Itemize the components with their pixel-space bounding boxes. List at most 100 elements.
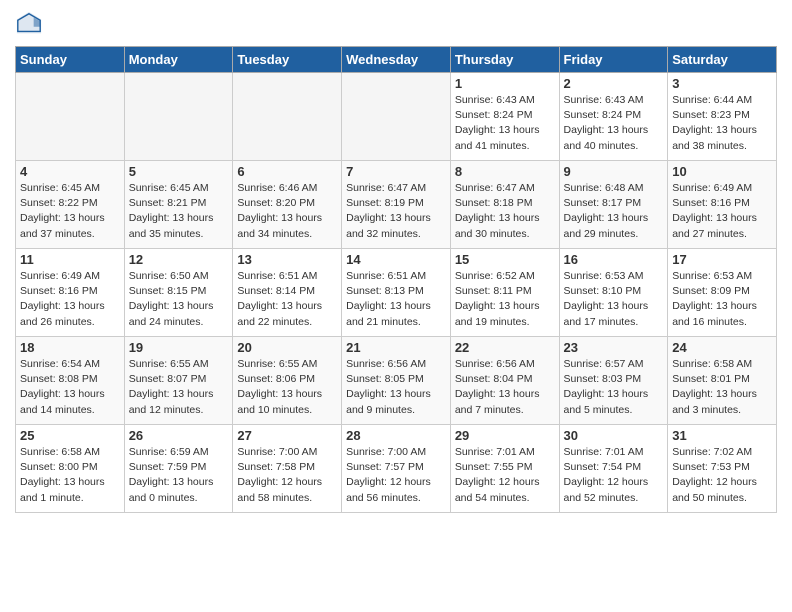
day-number: 27 — [237, 428, 337, 443]
logo-icon — [15, 10, 43, 38]
day-number: 5 — [129, 164, 229, 179]
calendar-cell: 26 Sunrise: 6:59 AM Sunset: 7:59 PM Dayli… — [124, 425, 233, 513]
calendar-week-row: 18 Sunrise: 6:54 AM Sunset: 8:08 PM Dayli… — [16, 337, 777, 425]
day-info: Sunrise: 6:49 AM Sunset: 8:16 PM Dayligh… — [20, 269, 120, 330]
calendar-cell: 27 Sunrise: 7:00 AM Sunset: 7:58 PM Dayli… — [233, 425, 342, 513]
calendar-cell: 21Sunrise: 6:56 AM Sunset: 8:05 PM Dayli… — [342, 337, 451, 425]
day-number: 2 — [564, 76, 664, 91]
day-number: 31 — [672, 428, 772, 443]
day-info: Sunrise: 6:48 AM Sunset: 8:17 PM Dayligh… — [564, 181, 664, 242]
day-number: 16 — [564, 252, 664, 267]
day-number: 13 — [237, 252, 337, 267]
calendar-cell: 10 Sunrise: 6:49 AM Sunset: 8:16 PM Dayli… — [668, 161, 777, 249]
weekday-header-thursday: Thursday — [450, 47, 559, 73]
day-number: 7 — [346, 164, 446, 179]
day-info: Sunrise: 6:56 AM Sunset: 8:05 PM Dayligh… — [346, 357, 446, 418]
weekday-header-monday: Monday — [124, 47, 233, 73]
day-info: Sunrise: 6:57 AM Sunset: 8:03 PM Dayligh… — [564, 357, 664, 418]
calendar-table: SundayMondayTuesdayWednesdayThursdayFrid… — [15, 46, 777, 513]
calendar-cell — [342, 73, 451, 161]
calendar-week-row: 11 Sunrise: 6:49 AM Sunset: 8:16 PM Dayli… — [16, 249, 777, 337]
calendar-cell: 22 Sunrise: 6:56 AM Sunset: 8:04 PM Dayli… — [450, 337, 559, 425]
day-number: 12 — [129, 252, 229, 267]
day-info: Sunrise: 6:43 AM Sunset: 8:24 PM Dayligh… — [564, 93, 664, 154]
calendar-week-row: 4Sunrise: 6:45 AM Sunset: 8:22 PM Daylig… — [16, 161, 777, 249]
page-header — [15, 10, 777, 38]
day-info: Sunrise: 6:58 AM Sunset: 8:00 PM Dayligh… — [20, 445, 120, 506]
day-info: Sunrise: 7:00 AM Sunset: 7:58 PM Dayligh… — [237, 445, 337, 506]
weekday-header-sunday: Sunday — [16, 47, 125, 73]
day-info: Sunrise: 6:53 AM Sunset: 8:09 PM Dayligh… — [672, 269, 772, 330]
day-info: Sunrise: 6:50 AM Sunset: 8:15 PM Dayligh… — [129, 269, 229, 330]
day-number: 10 — [672, 164, 772, 179]
day-info: Sunrise: 6:53 AM Sunset: 8:10 PM Dayligh… — [564, 269, 664, 330]
day-info: Sunrise: 6:47 AM Sunset: 8:18 PM Dayligh… — [455, 181, 555, 242]
calendar-cell: 30 Sunrise: 7:01 AM Sunset: 7:54 PM Dayli… — [559, 425, 668, 513]
calendar-cell: 11 Sunrise: 6:49 AM Sunset: 8:16 PM Dayli… — [16, 249, 125, 337]
day-info: Sunrise: 6:58 AM Sunset: 8:01 PM Dayligh… — [672, 357, 772, 418]
calendar-header-row: SundayMondayTuesdayWednesdayThursdayFrid… — [16, 47, 777, 73]
calendar-cell: 5Sunrise: 6:45 AM Sunset: 8:21 PM Daylig… — [124, 161, 233, 249]
day-info: Sunrise: 6:56 AM Sunset: 8:04 PM Dayligh… — [455, 357, 555, 418]
calendar-cell: 28 Sunrise: 7:00 AM Sunset: 7:57 PM Dayli… — [342, 425, 451, 513]
day-number: 20 — [237, 340, 337, 355]
day-number: 4 — [20, 164, 120, 179]
calendar-cell: 8 Sunrise: 6:47 AM Sunset: 8:18 PM Daylig… — [450, 161, 559, 249]
calendar-cell: 2 Sunrise: 6:43 AM Sunset: 8:24 PM Daylig… — [559, 73, 668, 161]
calendar-cell: 19 Sunrise: 6:55 AM Sunset: 8:07 PM Dayli… — [124, 337, 233, 425]
calendar-cell: 16 Sunrise: 6:53 AM Sunset: 8:10 PM Dayli… — [559, 249, 668, 337]
weekday-header-saturday: Saturday — [668, 47, 777, 73]
day-number: 18 — [20, 340, 120, 355]
calendar-cell: 9 Sunrise: 6:48 AM Sunset: 8:17 PM Daylig… — [559, 161, 668, 249]
day-number: 19 — [129, 340, 229, 355]
day-number: 25 — [20, 428, 120, 443]
day-number: 24 — [672, 340, 772, 355]
day-number: 6 — [237, 164, 337, 179]
day-info: Sunrise: 6:52 AM Sunset: 8:11 PM Dayligh… — [455, 269, 555, 330]
day-info: Sunrise: 7:02 AM Sunset: 7:53 PM Dayligh… — [672, 445, 772, 506]
calendar-cell — [124, 73, 233, 161]
calendar-cell: 17 Sunrise: 6:53 AM Sunset: 8:09 PM Dayli… — [668, 249, 777, 337]
logo — [15, 10, 47, 38]
day-info: Sunrise: 7:00 AM Sunset: 7:57 PM Dayligh… — [346, 445, 446, 506]
calendar-cell: 3Sunrise: 6:44 AM Sunset: 8:23 PM Daylig… — [668, 73, 777, 161]
day-info: Sunrise: 7:01 AM Sunset: 7:55 PM Dayligh… — [455, 445, 555, 506]
day-info: Sunrise: 6:51 AM Sunset: 8:14 PM Dayligh… — [237, 269, 337, 330]
day-info: Sunrise: 7:01 AM Sunset: 7:54 PM Dayligh… — [564, 445, 664, 506]
calendar-cell: 4Sunrise: 6:45 AM Sunset: 8:22 PM Daylig… — [16, 161, 125, 249]
calendar-week-row: 1Sunrise: 6:43 AM Sunset: 8:24 PM Daylig… — [16, 73, 777, 161]
day-info: Sunrise: 6:54 AM Sunset: 8:08 PM Dayligh… — [20, 357, 120, 418]
calendar-cell: 7 Sunrise: 6:47 AM Sunset: 8:19 PM Daylig… — [342, 161, 451, 249]
day-info: Sunrise: 6:49 AM Sunset: 8:16 PM Dayligh… — [672, 181, 772, 242]
day-number: 15 — [455, 252, 555, 267]
calendar-cell: 15 Sunrise: 6:52 AM Sunset: 8:11 PM Dayli… — [450, 249, 559, 337]
day-number: 8 — [455, 164, 555, 179]
day-number: 26 — [129, 428, 229, 443]
calendar-cell: 31 Sunrise: 7:02 AM Sunset: 7:53 PM Dayli… — [668, 425, 777, 513]
day-number: 29 — [455, 428, 555, 443]
day-info: Sunrise: 6:43 AM Sunset: 8:24 PM Dayligh… — [455, 93, 555, 154]
calendar-cell: 1Sunrise: 6:43 AM Sunset: 8:24 PM Daylig… — [450, 73, 559, 161]
day-info: Sunrise: 6:47 AM Sunset: 8:19 PM Dayligh… — [346, 181, 446, 242]
day-number: 9 — [564, 164, 664, 179]
day-number: 28 — [346, 428, 446, 443]
day-info: Sunrise: 6:46 AM Sunset: 8:20 PM Dayligh… — [237, 181, 337, 242]
day-number: 17 — [672, 252, 772, 267]
calendar-cell: 18 Sunrise: 6:54 AM Sunset: 8:08 PM Dayli… — [16, 337, 125, 425]
day-info: Sunrise: 6:51 AM Sunset: 8:13 PM Dayligh… — [346, 269, 446, 330]
day-number: 30 — [564, 428, 664, 443]
day-number: 22 — [455, 340, 555, 355]
calendar-cell: 13 Sunrise: 6:51 AM Sunset: 8:14 PM Dayli… — [233, 249, 342, 337]
calendar-cell: 14Sunrise: 6:51 AM Sunset: 8:13 PM Dayli… — [342, 249, 451, 337]
day-info: Sunrise: 6:59 AM Sunset: 7:59 PM Dayligh… — [129, 445, 229, 506]
weekday-header-friday: Friday — [559, 47, 668, 73]
calendar-cell — [233, 73, 342, 161]
day-info: Sunrise: 6:44 AM Sunset: 8:23 PM Dayligh… — [672, 93, 772, 154]
calendar-cell: 23 Sunrise: 6:57 AM Sunset: 8:03 PM Dayli… — [559, 337, 668, 425]
calendar-cell: 25 Sunrise: 6:58 AM Sunset: 8:00 PM Dayli… — [16, 425, 125, 513]
day-info: Sunrise: 6:55 AM Sunset: 8:07 PM Dayligh… — [129, 357, 229, 418]
day-number: 23 — [564, 340, 664, 355]
calendar-cell — [16, 73, 125, 161]
day-number: 11 — [20, 252, 120, 267]
weekday-header-wednesday: Wednesday — [342, 47, 451, 73]
